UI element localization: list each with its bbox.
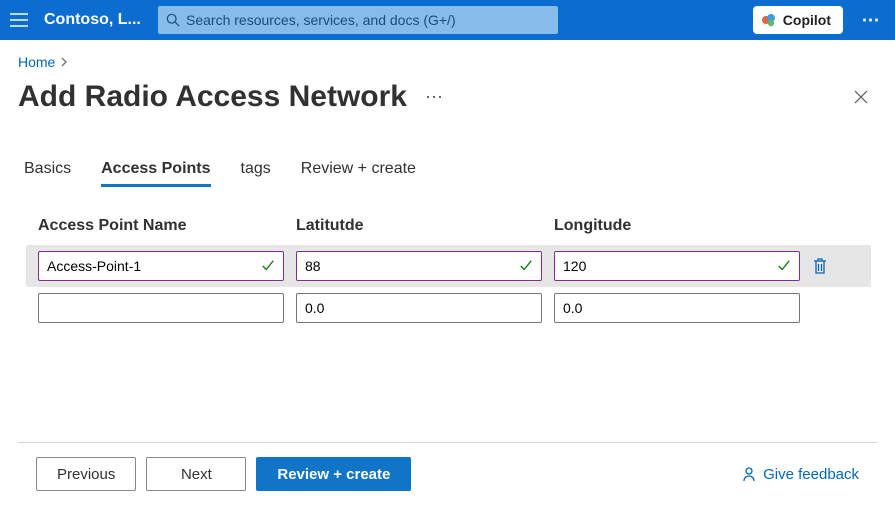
latitude-input[interactable] [305, 300, 533, 316]
search-box[interactable] [158, 6, 558, 34]
footer: Previous Next Review + create Give feedb… [18, 442, 877, 505]
breadcrumb: Home [18, 54, 877, 70]
name-input[interactable] [47, 258, 261, 274]
tab-review-create[interactable]: Review + create [301, 160, 416, 187]
title-bar: Add Radio Access Network ⋯ [18, 80, 877, 114]
latitude-input[interactable] [305, 258, 519, 274]
tab-basics[interactable]: Basics [24, 160, 71, 187]
column-header-longitude: Longitude [554, 217, 800, 235]
check-icon [519, 259, 533, 273]
previous-button[interactable]: Previous [36, 457, 136, 491]
longitude-input[interactable] [563, 300, 791, 316]
longitude-input[interactable] [563, 258, 777, 274]
review-create-button[interactable]: Review + create [256, 457, 411, 491]
delete-row-button[interactable] [812, 257, 836, 275]
check-icon [777, 259, 791, 273]
name-field[interactable] [38, 251, 284, 281]
feedback-icon [741, 466, 757, 482]
name-field[interactable] [38, 293, 284, 323]
give-feedback-link[interactable]: Give feedback [741, 466, 859, 483]
next-button[interactable]: Next [146, 457, 246, 491]
table-row [38, 287, 871, 329]
top-bar: Contoso, L... Copilot ⋯ [0, 0, 895, 40]
latitude-field[interactable] [296, 251, 542, 281]
tab-access-points[interactable]: Access Points [101, 160, 210, 187]
tenant-name[interactable]: Contoso, L... [44, 11, 144, 29]
tab-tags[interactable]: tags [241, 160, 271, 187]
breadcrumb-home[interactable]: Home [18, 54, 55, 70]
feedback-label: Give feedback [763, 466, 859, 483]
column-header-name: Access Point Name [38, 217, 284, 235]
page-title: Add Radio Access Network [18, 80, 407, 114]
longitude-field[interactable] [554, 251, 800, 281]
column-header-latitude: Latitutde [296, 217, 542, 235]
name-input[interactable] [47, 300, 275, 316]
table-headers: Access Point Name Latitutde Longitude [38, 217, 871, 235]
copilot-button[interactable]: Copilot [753, 6, 843, 34]
latitude-field[interactable] [296, 293, 542, 323]
search-icon [166, 13, 180, 27]
menu-icon[interactable] [8, 9, 30, 31]
table-row [26, 245, 871, 287]
copilot-label: Copilot [783, 12, 831, 28]
page-content: Home Add Radio Access Network ⋯ Basics A… [0, 40, 895, 505]
copilot-icon [761, 12, 777, 28]
close-icon[interactable] [845, 85, 877, 109]
title-more-icon[interactable]: ⋯ [425, 87, 445, 108]
longitude-field[interactable] [554, 293, 800, 323]
search-input[interactable] [186, 12, 550, 28]
access-points-table: Access Point Name Latitutde Longitude [18, 217, 877, 329]
more-icon[interactable]: ⋯ [857, 10, 885, 31]
check-icon [261, 259, 275, 273]
tabs: Basics Access Points tags Review + creat… [18, 160, 877, 187]
chevron-right-icon [59, 57, 69, 67]
